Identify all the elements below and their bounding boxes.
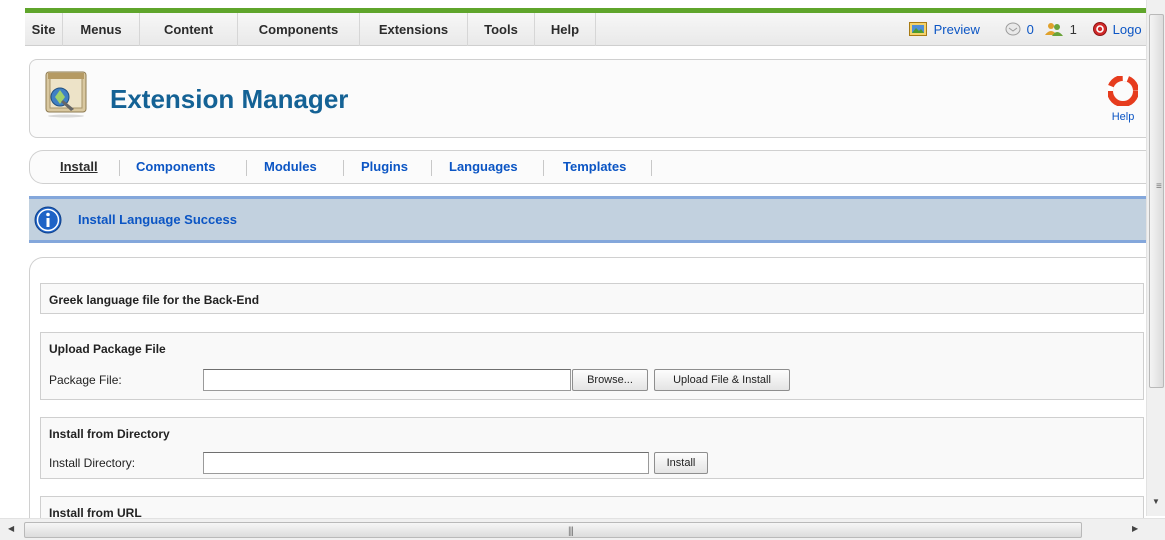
tab-languages[interactable]: Languages (449, 151, 518, 183)
messages-count: 0 (1026, 22, 1034, 37)
install-directory-title: Install from Directory (49, 427, 170, 441)
menu-menus[interactable]: Menus (63, 13, 140, 46)
language-info-panel: Greek language file for the Back-End (40, 283, 1144, 314)
preview-link[interactable]: Preview (909, 13, 980, 46)
scroll-right-arrow-icon[interactable]: ▶ (1132, 524, 1138, 533)
tab-templates[interactable]: Templates (563, 151, 626, 183)
extension-manager-icon (45, 71, 87, 118)
users-online[interactable]: 1 (1045, 13, 1077, 46)
install-content: Greek language file for the Back-End Upl… (29, 257, 1146, 536)
upload-install-button[interactable]: Upload File & Install (654, 369, 790, 391)
tab-components[interactable]: Components (136, 151, 215, 183)
scroll-left-arrow-icon[interactable]: ◀ (8, 524, 14, 533)
submenu-separator (343, 160, 344, 176)
logout-label: Logo (1112, 22, 1142, 37)
extension-submenu: Install Components Modules Plugins Langu… (29, 150, 1146, 184)
scroll-down-arrow-icon[interactable]: ▼ (1152, 497, 1160, 506)
messages-link[interactable]: 0 (1005, 13, 1034, 46)
users-count: 1 (1069, 22, 1077, 37)
help-label: Help (1111, 111, 1135, 123)
install-directory-input[interactable] (203, 452, 649, 474)
browse-button[interactable]: Browse... (572, 369, 648, 391)
menu-site[interactable]: Site (25, 13, 63, 46)
tab-plugins[interactable]: Plugins (361, 151, 408, 183)
horizontal-scroll-thumb[interactable]: ||| (24, 522, 1082, 538)
install-directory-button[interactable]: Install (654, 452, 708, 474)
menu-extensions[interactable]: Extensions (360, 13, 468, 46)
install-directory-label: Install Directory: (49, 456, 136, 470)
message-text: Install Language Success (78, 212, 237, 227)
submenu-separator (119, 160, 120, 176)
preview-label: Preview (933, 22, 980, 37)
menu-tools[interactable]: Tools (468, 13, 535, 46)
messages-icon (1005, 22, 1021, 36)
scroll-grip-icon: ≡ (1156, 181, 1162, 192)
menu-content[interactable]: Content (140, 13, 238, 46)
vertical-scrollbar[interactable]: ≡ ▼ (1146, 0, 1165, 516)
install-directory-panel: Install from Directory Install Directory… (40, 417, 1144, 479)
tab-install[interactable]: Install (60, 151, 98, 183)
logout-link[interactable]: Logo (1093, 13, 1142, 46)
system-message: Install Language Success (29, 196, 1146, 243)
vertical-scroll-thumb[interactable]: ≡ (1149, 14, 1164, 388)
submenu-separator (431, 160, 432, 176)
page-title: Extension Manager (110, 84, 349, 114)
main-menubar: Site Menus Content Components Extensions… (25, 13, 1146, 46)
upload-package-panel: Upload Package File Package File: Browse… (40, 332, 1144, 400)
page-header: Extension Manager Help (29, 59, 1146, 138)
menu-components[interactable]: Components (238, 13, 360, 46)
preview-icon (909, 22, 927, 36)
menu-help[interactable]: Help (535, 13, 596, 46)
help-button[interactable]: Help (1106, 75, 1140, 126)
package-file-label: Package File: (49, 373, 122, 387)
help-lifebuoy-icon (1107, 75, 1139, 107)
upload-package-title: Upload Package File (49, 342, 166, 356)
scroll-grip-icon: ||| (568, 526, 574, 537)
tab-modules[interactable]: Modules (264, 151, 317, 183)
logout-icon (1093, 22, 1107, 36)
package-file-input[interactable] (203, 369, 571, 391)
submenu-separator (543, 160, 544, 176)
users-icon (1045, 23, 1063, 36)
submenu-separator (246, 160, 247, 176)
language-info-title: Greek language file for the Back-End (49, 293, 260, 307)
horizontal-scrollbar[interactable]: ◀ ||| ▶ (0, 518, 1165, 540)
info-icon (34, 206, 62, 234)
submenu-separator (651, 160, 652, 176)
